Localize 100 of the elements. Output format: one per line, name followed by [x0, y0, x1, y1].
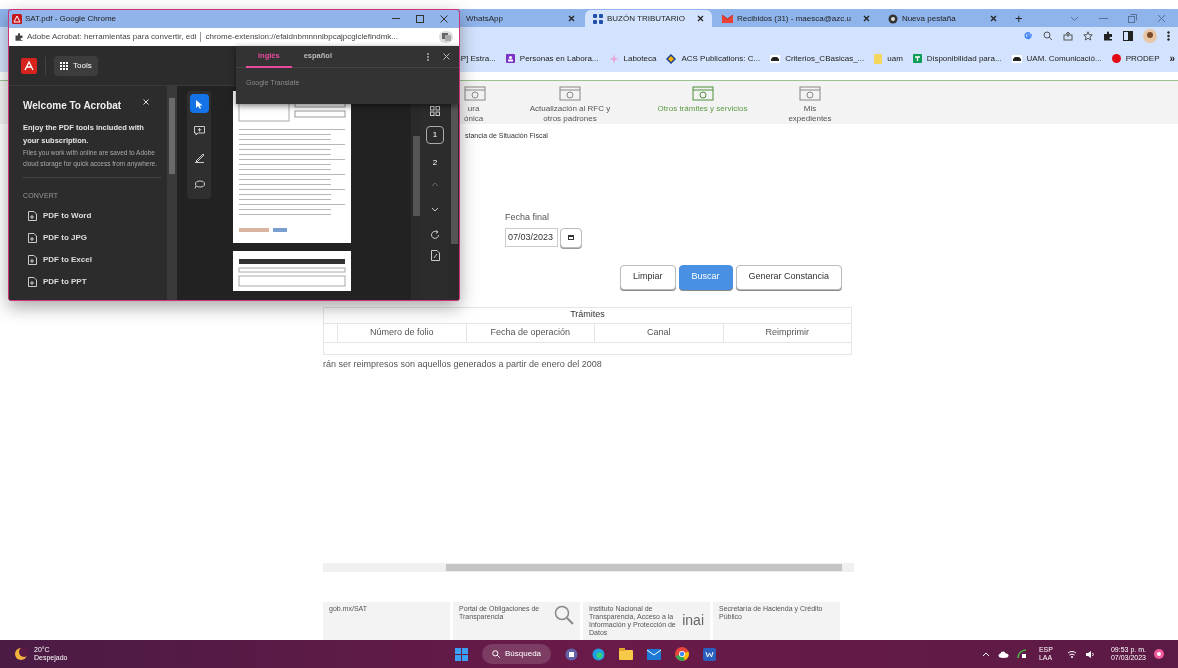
bookmark-link[interactable]: PRODEP	[1125, 52, 1160, 65]
service-icon	[799, 85, 821, 103]
rotate-icon[interactable]	[430, 230, 440, 240]
new-tab-button[interactable]: +	[1006, 10, 1031, 27]
wifi-icon[interactable]	[1066, 650, 1077, 658]
zoom-icon[interactable]	[1043, 31, 1053, 41]
tools-button[interactable]: Tools	[54, 55, 98, 76]
inai-logo: inai	[682, 611, 704, 629]
bookmark-link[interactable]: -P] Estra...	[458, 52, 496, 65]
page-thumbnail[interactable]	[233, 91, 351, 243]
mail-icon[interactable]	[647, 648, 662, 660]
bookmark-link[interactable]: Disponibilidad para...	[926, 52, 1002, 65]
person-icon	[505, 54, 515, 63]
close-icon[interactable]	[862, 15, 870, 22]
calendar-button[interactable]	[560, 227, 582, 248]
file-convert-icon	[28, 276, 37, 287]
bookmark-link[interactable]: Personas en Labora...	[519, 52, 599, 65]
menu-icon[interactable]	[1167, 31, 1170, 41]
page-number-button[interactable]: 1	[426, 126, 444, 144]
nav-link[interactable]: Mis expedientes	[788, 103, 832, 124]
convert-option[interactable]: PDF to PPT	[23, 275, 161, 288]
close-icon[interactable]	[568, 15, 575, 22]
date-field[interactable]: 07/03/2023	[505, 228, 558, 247]
convert-option[interactable]: PDF to Word	[23, 209, 161, 222]
acrobat-logo-icon[interactable]	[21, 57, 37, 74]
grid-icon	[60, 61, 68, 70]
column-header: Fecha de operación	[466, 323, 595, 342]
puzzle-icon[interactable]	[1103, 31, 1113, 41]
magnifier-icon	[554, 605, 574, 625]
vertical-scrollbar[interactable]	[167, 86, 177, 300]
diamond-icon	[666, 53, 677, 64]
speaker-icon[interactable]	[1084, 649, 1095, 659]
file-icon[interactable]	[430, 250, 440, 261]
car-icon	[770, 54, 781, 63]
chevron-down-icon[interactable]	[431, 207, 439, 212]
close-icon[interactable]	[443, 53, 450, 60]
panel-title: Welcome To Acrobat	[23, 99, 122, 113]
close-icon[interactable]	[696, 15, 704, 22]
action-button[interactable]: Generar Constancia	[735, 264, 843, 290]
cloud-icon[interactable]	[997, 650, 1009, 658]
cursor-icon[interactable]	[189, 94, 209, 113]
service-icon	[691, 85, 714, 103]
chat-icon[interactable]	[565, 647, 579, 661]
translate-icon[interactable]	[439, 31, 453, 43]
close-icon[interactable]	[440, 15, 448, 23]
column-header: Número de folio	[338, 323, 467, 342]
start-icon[interactable]	[455, 647, 468, 661]
nav-link[interactable]: Actualización al RFC y otros padrones	[529, 103, 611, 124]
search-field[interactable]: Búsqueda	[482, 644, 552, 664]
folder-icon[interactable]	[619, 648, 634, 660]
more-bookmarks-button[interactable]: »	[1169, 51, 1178, 66]
document-icon	[874, 53, 883, 64]
globe-icon	[887, 13, 898, 24]
service-icon	[464, 85, 486, 103]
note-text: rán ser reimpresos son aquellos generados a partir de enero del 2008	[323, 357, 603, 371]
calendar-icon	[568, 235, 574, 240]
bookmark-link[interactable]: uam	[887, 52, 903, 65]
field-label: Fecha final	[505, 211, 551, 224]
horizontal-scrollbar[interactable]	[323, 563, 854, 572]
star-icon[interactable]	[1083, 31, 1093, 41]
document-icon[interactable]	[703, 647, 717, 661]
circle-icon	[1111, 54, 1121, 63]
puzzle-icon	[15, 33, 23, 41]
moon-icon[interactable]	[14, 647, 28, 661]
service-icon	[559, 85, 581, 103]
share-icon[interactable]	[1063, 31, 1073, 41]
maximize-icon[interactable]	[416, 15, 424, 23]
file-convert-icon	[28, 210, 37, 221]
column-header: Canal	[595, 323, 724, 342]
pdf-icon	[12, 14, 22, 24]
bookmark-link[interactable]: Laboteca	[623, 52, 657, 65]
side-panel-icon[interactable]	[1123, 31, 1133, 41]
table-title: Trámites	[570, 308, 605, 322]
window-title: SAT.pdf - Google Chrome	[25, 13, 116, 25]
notification-icon[interactable]	[1154, 649, 1164, 659]
browser-tab[interactable]: BUZÓN TRIBUTARIO	[585, 10, 712, 27]
bookmark-link[interactable]: UAM. Comunicació...	[1026, 52, 1102, 65]
file-convert-icon	[28, 254, 37, 265]
column-header: Reimprimir	[764, 325, 810, 339]
action-button[interactable]: Limpiar	[620, 264, 676, 290]
minimize-icon[interactable]	[392, 18, 400, 20]
page-number-button[interactable]: 2	[426, 154, 444, 172]
browser-icon[interactable]	[592, 647, 606, 661]
search-icon	[492, 650, 500, 658]
nav-link[interactable]: ura ónica	[464, 103, 484, 124]
browser-icon[interactable]	[675, 647, 690, 661]
close-icon[interactable]	[989, 15, 997, 22]
convert-option[interactable]: PDF to Excel	[23, 253, 161, 266]
car-icon	[1011, 54, 1022, 63]
convert-option[interactable]: PDF to JPG	[23, 231, 161, 244]
file-convert-icon	[28, 232, 37, 243]
address-url[interactable]: chrome-extension://efaidnbmnnnibpcajpcglclefindmk...	[205, 31, 435, 43]
bookmark-link[interactable]: Criterios_CBasicas_...	[785, 52, 865, 65]
extension-name: Adobe Acrobat: herramientas para convertir, edi	[27, 31, 197, 43]
thumbnails-icon[interactable]	[430, 106, 440, 116]
page-thumbnail[interactable]	[233, 251, 351, 291]
sparkle-icon	[608, 53, 619, 64]
grid-icon	[593, 13, 603, 24]
bookmark-link[interactable]: ACS Publications: C...	[681, 52, 761, 65]
avatar-icon[interactable]	[1143, 29, 1157, 43]
